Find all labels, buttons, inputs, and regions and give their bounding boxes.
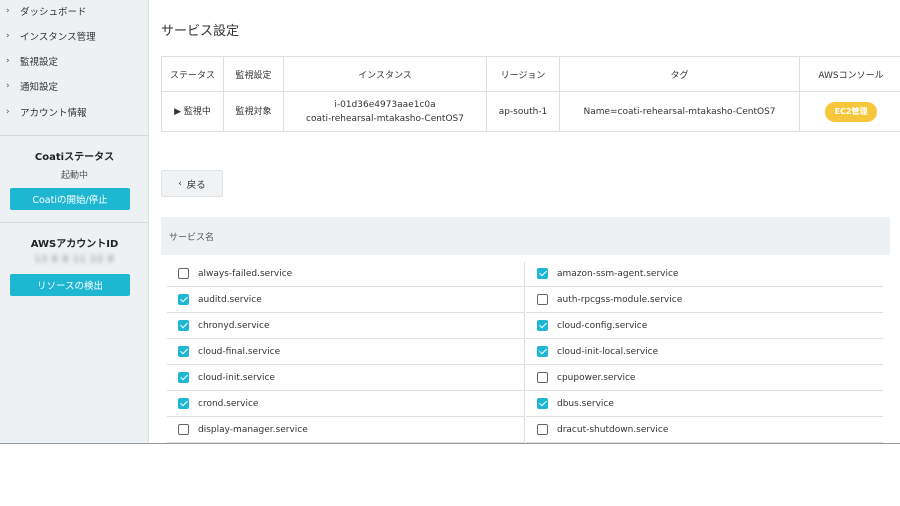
ec2-manage-button[interactable]: EC2管理 — [824, 101, 878, 122]
service-checkbox[interactable] — [178, 398, 189, 409]
back-button-label: 戻る — [186, 179, 206, 191]
service-checkbox[interactable] — [178, 294, 189, 305]
service-checkbox[interactable] — [537, 372, 548, 383]
service-name: cloud-init-local.service — [557, 346, 659, 357]
service-list-header: サービス名 — [161, 217, 890, 255]
service-checkbox[interactable] — [537, 294, 548, 305]
service-name: cloud-init.service — [198, 372, 275, 383]
column-header-monitoring: 監視設定 — [223, 56, 284, 92]
service-row: auth-rpcgss-module.service — [526, 287, 883, 313]
service-row: amazon-ssm-agent.service — [526, 261, 883, 287]
chevron-right-icon: › — [6, 81, 10, 91]
service-checkbox[interactable] — [178, 424, 189, 435]
status-cell: ▶ 監視中 — [161, 91, 224, 132]
chevron-left-icon: ‹ — [178, 178, 182, 189]
tag-cell: Name=coati-rehearsal-mtakasho-CentOS7 — [559, 91, 800, 132]
service-row: cpupower.service — [526, 365, 883, 391]
coati-status-value: 起動中 — [60, 171, 88, 181]
instance-name: coati-rehearsal-mtakasho-CentOS7 — [306, 113, 464, 124]
sidebar: › ダッシュボード › インスタンス管理 › 監視設定 › 通知設定 › アカウ… — [0, 0, 149, 444]
service-checkbox[interactable] — [537, 346, 548, 357]
service-checkbox[interactable] — [178, 320, 189, 331]
resource-discovery-button[interactable]: リソースの検出 — [10, 274, 130, 296]
sidebar-divider — [0, 135, 149, 136]
service-row: crond.service — [167, 391, 524, 417]
column-header-status: ステータス — [161, 56, 224, 92]
chevron-right-icon: › — [6, 6, 10, 16]
service-name: dracut-shutdown.service — [557, 424, 669, 435]
region-cell: ap-south-1 — [486, 91, 560, 132]
service-name: amazon-ssm-agent.service — [557, 268, 679, 279]
aws-account-id: 13 8 8 11 22 8 — [34, 255, 115, 265]
table-row: ▶ 監視中 監視対象 i-01d36e4973aae1c0a coati-reh… — [161, 91, 900, 132]
page-title: サービス設定 — [161, 24, 240, 39]
service-row: display-manager.service — [167, 417, 524, 443]
service-row: always-failed.service — [167, 261, 524, 287]
aws-console-cell: EC2管理 — [799, 91, 900, 132]
instance-id: i-01d36e4973aae1c0a — [334, 99, 436, 110]
service-row: dbus.service — [526, 391, 883, 417]
sidebar-item-label: 通知設定 — [20, 82, 59, 93]
service-row: cloud-init.service — [167, 365, 524, 391]
sidebar-item-label: インスタンス管理 — [20, 32, 96, 43]
sidebar-item-label: ダッシュボード — [20, 7, 87, 18]
service-name: cloud-final.service — [198, 346, 281, 357]
service-checkbox[interactable] — [537, 398, 548, 409]
sidebar-item-label: アカウント情報 — [20, 108, 87, 119]
table-header-row: ステータス 監視設定 インスタンス リージョン タグ AWSコンソール — [161, 56, 900, 92]
service-name: auditd.service — [198, 294, 262, 305]
column-header-region: リージョン — [486, 56, 560, 92]
service-checkbox[interactable] — [178, 372, 189, 383]
service-name: cloud-config.service — [557, 320, 648, 331]
service-checkbox[interactable] — [178, 346, 189, 357]
service-row: dracut-shutdown.service — [526, 417, 883, 443]
column-header-tag: タグ — [559, 56, 800, 92]
instance-cell: i-01d36e4973aae1c0a coati-rehearsal-mtak… — [283, 91, 487, 132]
service-checkbox[interactable] — [537, 424, 548, 435]
sidebar-item-notifications[interactable]: › 通知設定 — [0, 75, 149, 97]
main-content: サービス設定 ステータス 監視設定 インスタンス リージョン タグ AWSコンソ… — [149, 0, 900, 444]
service-name: auth-rpcgss-module.service — [557, 294, 683, 305]
service-name: display-manager.service — [198, 424, 308, 435]
service-column-divider — [524, 262, 525, 444]
sidebar-item-label: 監視設定 — [20, 57, 59, 68]
service-name: always-failed.service — [198, 268, 293, 279]
chevron-right-icon: › — [6, 31, 10, 41]
back-button[interactable]: ‹ 戻る — [161, 170, 223, 197]
sidebar-item-dashboard[interactable]: › ダッシュボード — [0, 0, 149, 22]
service-checkbox[interactable] — [537, 320, 548, 331]
column-header-aws-console: AWSコンソール — [799, 56, 900, 92]
aws-account-heading: AWSアカウントID — [30, 239, 119, 250]
sidebar-item-account[interactable]: › アカウント情報 — [0, 101, 149, 123]
service-row: chronyd.service — [167, 313, 524, 339]
instance-table: ステータス 監視設定 インスタンス リージョン タグ AWSコンソール ▶ 監視… — [161, 56, 900, 132]
service-name: crond.service — [198, 398, 259, 409]
service-checkbox[interactable] — [537, 268, 548, 279]
sidebar-divider — [0, 222, 149, 223]
coati-start-stop-button[interactable]: Coatiの開始/停止 — [10, 188, 130, 210]
service-row: cloud-final.service — [167, 339, 524, 365]
service-checkbox[interactable] — [178, 268, 189, 279]
sidebar-item-monitoring[interactable]: › 監視設定 — [0, 50, 149, 72]
sidebar-item-instances[interactable]: › インスタンス管理 — [0, 25, 149, 47]
window-bottom-border — [0, 443, 900, 444]
service-name: cpupower.service — [557, 372, 636, 383]
service-row: cloud-init-local.service — [526, 339, 883, 365]
service-name: chronyd.service — [198, 320, 270, 331]
service-name: dbus.service — [557, 398, 614, 409]
service-row: cloud-config.service — [526, 313, 883, 339]
monitoring-cell: 監視対象 — [223, 91, 284, 132]
column-header-instance: インスタンス — [283, 56, 487, 92]
app-window: › ダッシュボード › インスタンス管理 › 監視設定 › 通知設定 › アカウ… — [0, 0, 900, 444]
service-row: auditd.service — [167, 287, 524, 313]
chevron-right-icon: › — [6, 107, 10, 117]
coati-status-heading: Coatiステータス — [34, 152, 115, 163]
chevron-right-icon: › — [6, 56, 10, 66]
